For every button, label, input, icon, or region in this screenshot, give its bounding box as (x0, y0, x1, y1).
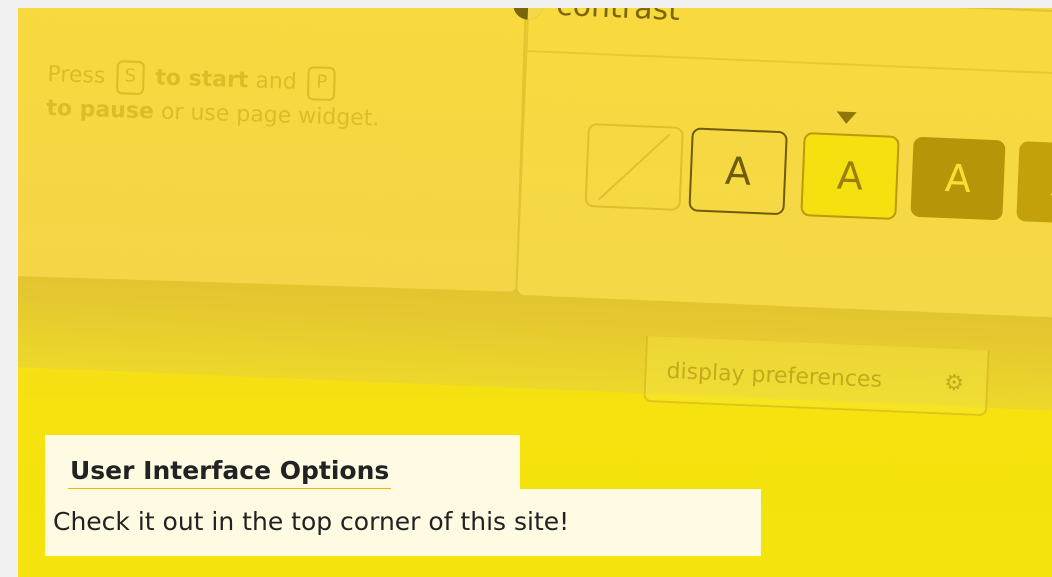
swatch-white-on-black: A (1016, 141, 1052, 225)
start-key: S (115, 60, 145, 96)
text-to-speech-panel (18, 8, 527, 294)
swatch-black-on-yellow: A (800, 132, 900, 220)
speech-instructions: Press S to start and P to pause or use p… (46, 60, 380, 132)
gear-icon: ⚙ (943, 370, 965, 397)
display-preferences-tab: display preferences ⚙ (643, 336, 990, 417)
caption-subtitle: Check it out in the top corner of this s… (53, 507, 570, 536)
swatch-black-on-white: A (688, 127, 788, 216)
contrast-icon (512, 8, 544, 20)
pause-key: P (307, 66, 337, 102)
swatch-default (584, 123, 684, 211)
selected-caret-icon (836, 111, 857, 125)
swatch-yellow-on-black: A (910, 136, 1006, 221)
caption-title: User Interface Options (68, 454, 392, 491)
